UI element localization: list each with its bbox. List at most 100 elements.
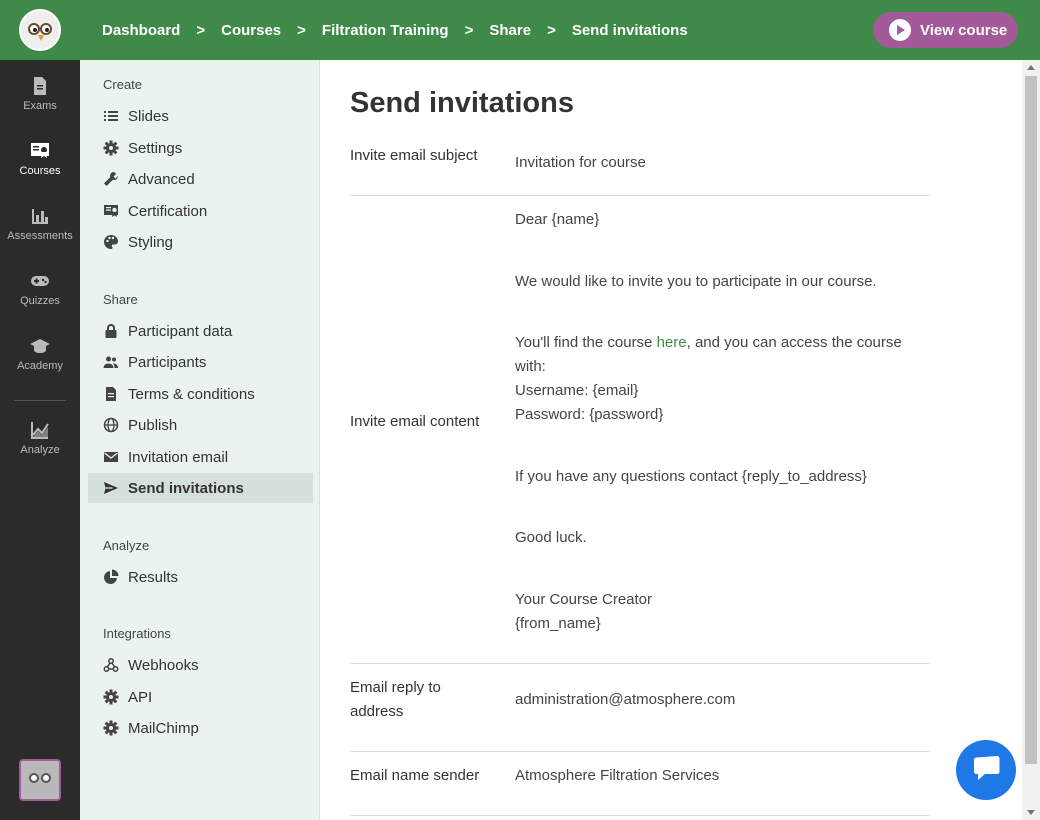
menu-heading-share: Share xyxy=(103,292,138,307)
breadcrumb-dashboard[interactable]: Dashboard xyxy=(102,22,180,39)
chat-bubble-icon xyxy=(974,756,1000,780)
breadcrumb-courses[interactable]: Courses xyxy=(221,22,281,39)
certificate-icon xyxy=(31,143,49,158)
breadcrumb-chevron-icon: > xyxy=(464,21,474,39)
main-content: Send invitations Invite email subject In… xyxy=(320,60,1022,820)
sender-label: Email name sender xyxy=(350,767,480,784)
side-menu: Create Slides Settings Advanced Certific… xyxy=(80,60,320,820)
menu-item-api[interactable]: API xyxy=(88,682,313,712)
line-chart-icon xyxy=(31,422,49,439)
webhook-icon xyxy=(103,658,119,672)
breadcrumb-chevron-icon: > xyxy=(196,21,206,39)
rail-label: Assessments xyxy=(7,230,73,242)
breadcrumb-share[interactable]: Share xyxy=(489,22,531,39)
menu-item-slides[interactable]: Slides xyxy=(88,101,313,131)
menu-item-certification[interactable]: Certification xyxy=(88,196,313,226)
top-bar: Dashboard > Courses > Filtration Trainin… xyxy=(80,0,1040,60)
chat-button[interactable] xyxy=(956,740,1016,800)
subject-label: Invite email subject xyxy=(350,147,478,164)
content-sign2: {from_name} xyxy=(515,615,601,632)
owl-logo-icon xyxy=(19,9,61,51)
menu-item-advanced[interactable]: Advanced xyxy=(88,164,313,194)
rail-divider xyxy=(14,400,66,401)
left-rail: Exams Courses Assessments Quizzes Academ… xyxy=(0,0,80,820)
menu-item-label: MailChimp xyxy=(128,719,199,737)
menu-item-label: Styling xyxy=(128,233,174,251)
menu-item-invitation-email[interactable]: Invitation email xyxy=(88,442,313,472)
globe-icon xyxy=(103,417,119,433)
menu-item-label: Results xyxy=(128,568,179,586)
people-icon xyxy=(103,356,118,368)
menu-heading-analyze: Analyze xyxy=(103,538,150,553)
menu-item-label: Terms & conditions xyxy=(128,385,255,403)
content-questions: If you have any questions contact {reply… xyxy=(515,468,867,485)
rail-item-courses[interactable]: Courses xyxy=(0,141,80,177)
page-title: Send invitations xyxy=(350,87,574,119)
menu-item-webhooks[interactable]: Webhooks xyxy=(88,650,313,680)
rail-label: Exams xyxy=(23,100,57,112)
rail-item-analyze[interactable]: Analyze xyxy=(0,420,80,456)
wrench-icon xyxy=(104,172,118,186)
gear-icon xyxy=(103,140,119,156)
menu-item-label: Slides xyxy=(128,107,169,125)
lock-icon xyxy=(105,324,117,338)
breadcrumb: Dashboard > Courses > Filtration Trainin… xyxy=(80,22,688,39)
app-logo[interactable] xyxy=(0,0,80,60)
view-course-label: View course xyxy=(920,21,1008,39)
send-icon xyxy=(104,482,118,494)
content-sign1: Your Course Creator xyxy=(515,591,653,608)
menu-item-label: API xyxy=(128,688,153,706)
bar-chart-icon xyxy=(32,209,48,224)
menu-item-label: Webhooks xyxy=(128,656,199,674)
scrollbar[interactable] xyxy=(1022,60,1040,820)
menu-item-results[interactable]: Results xyxy=(88,562,313,592)
menu-item-label: Invitation email xyxy=(128,448,229,466)
list-icon xyxy=(104,111,118,121)
reply-label-line2: address xyxy=(350,703,404,720)
menu-item-settings[interactable]: Settings xyxy=(88,133,313,163)
content-luck: Good luck. xyxy=(515,529,587,546)
rail-label: Analyze xyxy=(20,444,60,456)
user-avatar[interactable] xyxy=(19,759,61,801)
menu-item-mailchimp[interactable]: MailChimp xyxy=(88,713,313,743)
content-find-line: You'll find the course here, and you can… xyxy=(515,331,902,355)
document-icon xyxy=(34,77,46,95)
divider xyxy=(350,815,930,816)
menu-item-label: Publish xyxy=(128,416,178,434)
menu-item-participants[interactable]: Participants xyxy=(88,347,313,377)
gamepad-icon xyxy=(31,276,49,286)
menu-heading-integrations: Integrations xyxy=(103,626,171,641)
scrollbar-thumb[interactable] xyxy=(1025,76,1037,764)
subject-value: Invitation for course xyxy=(515,154,646,171)
scroll-down-arrow-icon[interactable] xyxy=(1027,810,1035,815)
breadcrumb-current: Send invitations xyxy=(571,21,688,39)
menu-item-styling[interactable]: Styling xyxy=(88,227,313,257)
menu-item-label: Certification xyxy=(128,202,208,220)
rail-label: Courses xyxy=(19,165,61,177)
menu-heading-create: Create xyxy=(103,77,143,92)
reply-label-line1: Email reply to xyxy=(350,679,441,696)
view-course-button[interactable]: View course xyxy=(873,12,1018,48)
rail-item-academy[interactable]: Academy xyxy=(0,336,80,372)
course-link[interactable]: here xyxy=(657,334,687,351)
menu-item-terms[interactable]: Terms & conditions xyxy=(88,379,313,409)
reply-value: administration@atmosphere.com xyxy=(515,691,736,708)
content-label: Invite email content xyxy=(350,413,480,430)
rail-item-quizzes[interactable]: Quizzes xyxy=(0,271,80,307)
content-find-post: , and you can access the course xyxy=(686,334,902,351)
content-find-with: with: xyxy=(515,358,546,375)
menu-item-send-invitations[interactable]: Send invitations xyxy=(88,473,313,503)
rail-item-assessments[interactable]: Assessments xyxy=(0,206,80,242)
menu-item-participant-data[interactable]: Participant data xyxy=(88,316,313,346)
rail-label: Quizzes xyxy=(20,295,60,307)
gear-icon xyxy=(103,689,119,705)
content-username: Username: {email} xyxy=(515,382,639,399)
rail-item-exams[interactable]: Exams xyxy=(0,76,80,112)
divider xyxy=(350,663,930,664)
certificate-icon xyxy=(104,205,118,217)
scroll-up-arrow-icon[interactable] xyxy=(1027,65,1035,70)
breadcrumb-course[interactable]: Filtration Training xyxy=(322,22,449,39)
palette-icon xyxy=(104,235,118,249)
menu-item-publish[interactable]: Publish xyxy=(88,410,313,440)
content-greeting: Dear {name} xyxy=(515,211,600,228)
